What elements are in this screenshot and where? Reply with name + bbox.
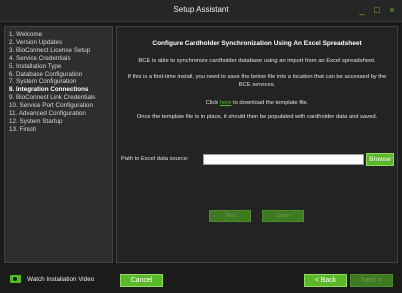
download-template-link[interactable]: here: [220, 100, 232, 106]
window-title: Setup Assistant: [173, 5, 229, 14]
browse-button[interactable]: Browse: [366, 153, 394, 166]
steps-sidebar: 1. Welcome 2. Version Updates 3. BioConnec…: [4, 26, 113, 263]
download-text-prefix: Click: [205, 100, 220, 106]
sidebar-step: 8. Integration Connections: [9, 86, 89, 94]
sidebar-step: 9. BioConnect Link Credentials: [9, 94, 96, 102]
watch-video-label: Watch Installation Video: [27, 275, 95, 283]
download-text-suffix: to download the template file.: [231, 100, 309, 106]
cancel-button[interactable]: Cancel: [120, 274, 163, 287]
sidebar-step: 13. Finish: [9, 125, 37, 133]
sidebar-step: 3. BioConnect License Setup: [9, 46, 91, 54]
test-button[interactable]: Test: [209, 210, 251, 222]
sidebar-step: 11. Advanced Configuration: [9, 110, 86, 118]
sidebar-step: 6. Database Configuration: [9, 70, 83, 78]
excel-path-row: Path to Excel data source: Browse: [121, 153, 395, 166]
steps-list: 1. Welcome 2. Version Updates 3. BioConnec…: [5, 27, 112, 134]
maximize-icon[interactable]: □: [372, 4, 382, 16]
save-button[interactable]: Save: [262, 210, 304, 222]
sidebar-step: 4. Service Credentials: [9, 54, 71, 62]
sidebar-step: 12. System Startup: [9, 117, 63, 125]
sidebar-step: 7. System Configuration: [9, 78, 77, 86]
populate-text: Once the template file is in place, it s…: [136, 114, 378, 120]
description-text: BCE is able to synchronize cardholder da…: [138, 58, 376, 64]
page-title: Configure Cardholder Synchronization Usi…: [152, 40, 362, 47]
sidebar-step: 2. Version Updates: [9, 38, 63, 46]
excel-path-label: Path to Excel data source:: [121, 156, 189, 162]
title-bar: Setup Assistant _ □ ×: [0, 0, 402, 22]
watch-video-link[interactable]: Watch Installation Video: [10, 275, 94, 283]
minimize-icon[interactable]: _: [357, 4, 367, 16]
sidebar-step: 5. Installation Type: [9, 62, 62, 70]
main-panel: Configure Cardholder Synchronization Usi…: [116, 26, 398, 263]
window-controls: _ □ ×: [357, 4, 397, 16]
excel-path-input[interactable]: [203, 154, 364, 165]
download-text: Click here to download the template file…: [121, 99, 393, 107]
close-icon[interactable]: ×: [387, 4, 397, 16]
footer-bar: Watch Installation Video Cancel < Back N…: [0, 266, 402, 293]
back-button[interactable]: < Back: [304, 274, 347, 287]
instructions-text: If this is a first-time install, you nee…: [127, 74, 387, 88]
sidebar-step: 1. Welcome: [9, 31, 43, 38]
sidebar-step: 10. Service Port Configuration: [9, 102, 94, 110]
next-button[interactable]: Next >: [350, 274, 393, 287]
video-camera-icon: [10, 275, 21, 283]
